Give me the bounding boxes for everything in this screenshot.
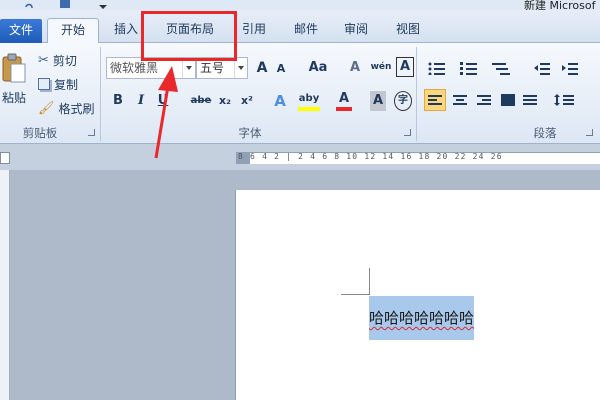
tab-review[interactable]: 审阅	[338, 18, 374, 43]
character-shading-button[interactable]: A	[370, 91, 386, 111]
increase-indent-icon	[562, 63, 578, 75]
paintbrush-icon: 🖌	[38, 100, 55, 116]
tab-view[interactable]: 视图	[390, 18, 426, 43]
font-color-bar	[336, 107, 352, 111]
clipboard-group-label: 剪贴板	[22, 126, 58, 140]
group-divider	[416, 47, 417, 141]
font-dialog-launcher-icon[interactable]	[404, 129, 411, 136]
tab-mailings[interactable]: 邮件	[288, 18, 324, 43]
clear-formatting-button[interactable]: A	[346, 58, 364, 78]
highlight-glyph: aby	[298, 93, 320, 104]
font-size-value: 五号	[200, 61, 225, 75]
italic-button[interactable]: I	[134, 91, 148, 111]
ribbon-tabs: 文件 开始 插入 页面布局 引用 邮件 审阅 视图	[0, 10, 600, 43]
character-border-button[interactable]: A	[396, 57, 414, 77]
paragraph-group-label: 段落	[533, 126, 557, 140]
phonetic-guide-button[interactable]: wén	[370, 57, 392, 77]
change-case-button[interactable]: Aa	[306, 58, 330, 78]
grow-font-button[interactable]: A	[254, 58, 270, 78]
copy-icon	[38, 78, 50, 90]
scissors-icon: ✂	[38, 52, 49, 68]
subscript-button[interactable]: x₂	[216, 91, 234, 111]
font-color-glyph: A	[338, 91, 350, 106]
chevron-down-icon[interactable]	[182, 58, 195, 78]
justify-button[interactable]	[498, 90, 518, 110]
multilevel-list-button[interactable]	[490, 59, 516, 77]
crop-mark	[341, 294, 370, 295]
superscript-button[interactable]: x²	[238, 91, 256, 111]
increase-indent-button[interactable]	[560, 59, 580, 77]
undo-icon[interactable]	[24, 0, 34, 9]
align-right-button[interactable]	[474, 90, 494, 110]
ribbon-home: 粘贴 ✂ 剪切 复制 🖌 格式刷 剪贴板 微软雅黑 五号 A A Aa A wé…	[0, 43, 600, 144]
window-title: 新建 Microsof	[524, 0, 596, 10]
clipboard-dialog-launcher-icon[interactable]	[88, 129, 95, 136]
customize-quick-access-icon[interactable]	[98, 0, 108, 9]
align-left-icon	[428, 95, 442, 105]
align-center-icon	[453, 95, 467, 105]
enclose-characters-button[interactable]: 字	[394, 91, 412, 111]
paste-icon	[2, 53, 26, 82]
align-center-button[interactable]	[450, 90, 470, 110]
text-effects-button[interactable]: A	[272, 91, 288, 111]
decrease-indent-button[interactable]	[532, 59, 552, 77]
title-bar: 新建 Microsof	[0, 0, 600, 10]
tab-insert[interactable]: 插入	[106, 18, 146, 43]
highlight-button[interactable]: aby	[298, 89, 320, 111]
tab-file[interactable]: 文件	[0, 19, 42, 43]
cut-label: 剪切	[52, 53, 77, 68]
ruler-toggle-icon[interactable]	[0, 152, 10, 164]
paste-button[interactable]: 粘贴	[0, 49, 28, 109]
strikethrough-button[interactable]: abe	[190, 91, 212, 111]
tab-home[interactable]: 开始	[47, 18, 99, 43]
paragraph-dialog-launcher-icon[interactable]	[586, 129, 593, 136]
align-left-button[interactable]	[424, 89, 446, 111]
line-spacing-icon	[554, 94, 574, 106]
underline-button[interactable]: U	[156, 91, 170, 111]
copy-button[interactable]: 复制	[38, 74, 78, 94]
vertical-ruler[interactable]	[0, 170, 10, 400]
decrease-indent-icon	[534, 63, 550, 75]
copy-label: 复制	[54, 77, 79, 92]
format-painter-label: 格式刷	[58, 101, 95, 116]
ruler-scale: 8 6 4 2 | 2 4 6 8 10 12 14 16 18 20 22 2…	[238, 152, 503, 161]
horizontal-ruler[interactable]: 8 6 4 2 | 2 4 6 8 10 12 14 16 18 20 22 2…	[236, 152, 600, 164]
crop-mark	[369, 268, 370, 295]
bold-button[interactable]: B	[110, 91, 126, 111]
numbering-button[interactable]	[458, 59, 484, 77]
font-color-button[interactable]: A	[336, 89, 352, 111]
numbered-list-icon	[460, 62, 477, 75]
cut-button[interactable]: ✂ 剪切	[38, 50, 77, 70]
line-spacing-button[interactable]	[552, 90, 578, 110]
distributed-button[interactable]	[520, 90, 540, 110]
justify-icon	[501, 94, 515, 106]
font-group-label: 字体	[238, 126, 262, 140]
ruler-bar: 8 6 4 2 | 2 4 6 8 10 12 14 16 18 20 22 2…	[0, 144, 600, 170]
align-right-icon	[477, 95, 491, 105]
document-page[interactable]: 哈哈哈哈哈哈哈	[236, 190, 600, 400]
format-painter-button[interactable]: 🖌 格式刷	[38, 98, 95, 118]
bullet-list-icon	[428, 62, 445, 75]
tab-references[interactable]: 引用	[236, 18, 272, 43]
paste-label: 粘贴	[1, 90, 26, 105]
distributed-icon	[523, 95, 537, 105]
shrink-font-button[interactable]: A	[274, 59, 288, 79]
bullets-button[interactable]	[426, 59, 452, 77]
font-name-value: 微软雅黑	[110, 61, 159, 75]
annotation-highlight-box	[141, 11, 237, 61]
highlight-color-bar	[298, 107, 320, 111]
chevron-down-icon[interactable]	[234, 58, 247, 78]
selected-text[interactable]: 哈哈哈哈哈哈哈	[369, 296, 474, 340]
save-icon[interactable]	[60, 0, 70, 8]
group-divider	[100, 47, 101, 141]
multilevel-list-icon	[492, 63, 510, 75]
